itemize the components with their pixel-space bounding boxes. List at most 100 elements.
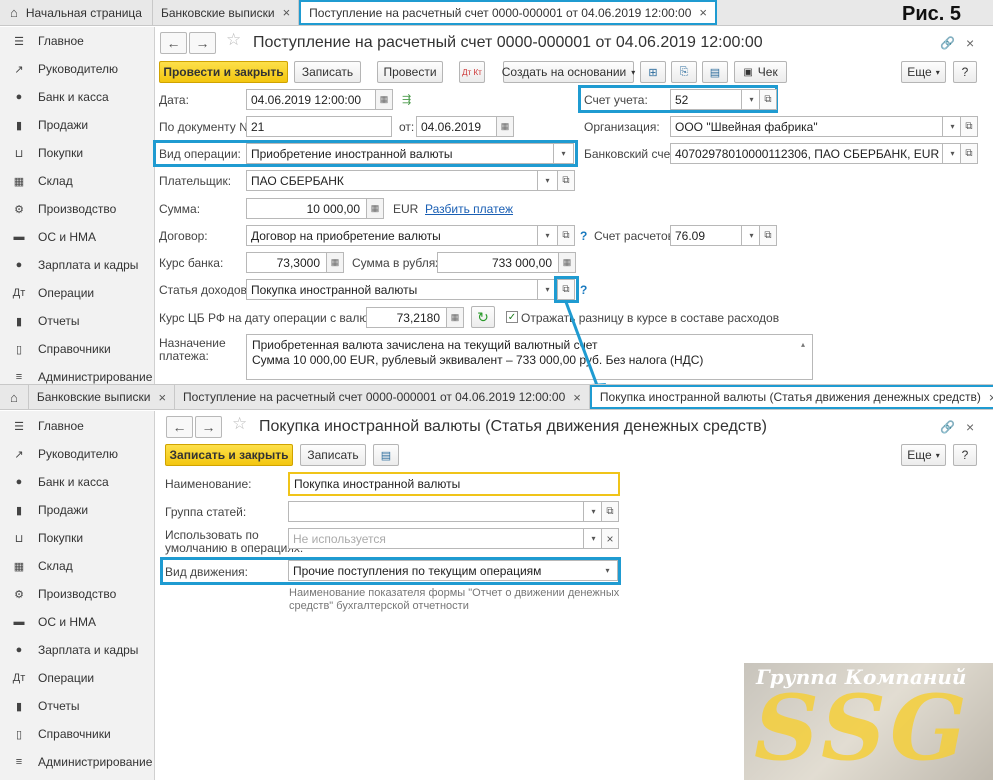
report-icon[interactable]: ▤	[702, 61, 728, 83]
check-button[interactable]: ▣ Чек	[734, 61, 787, 83]
default-field[interactable]: Не используется	[288, 528, 584, 549]
sidebar-item-sales[interactable]: ▮ Продажи	[0, 496, 154, 524]
bank-account-field[interactable]: 40702978010000112306, ПАО СБЕРБАНК, EUR	[670, 143, 943, 164]
chevron-up-icon[interactable]: ▴	[801, 340, 805, 349]
sidebar-item-admin[interactable]: ≡ Администрирование	[0, 748, 154, 776]
favorite-star-icon[interactable]: ☆	[232, 414, 247, 434]
sidebar-item-catalogs[interactable]: ▯ Справочники	[0, 720, 154, 748]
save-button[interactable]: Записать	[294, 61, 361, 83]
sidebar-item-warehouse[interactable]: ▦ Склад	[0, 167, 154, 195]
split-payment-link[interactable]: Разбить платеж	[425, 202, 513, 216]
close-icon[interactable]: ×	[699, 5, 707, 20]
sidebar-item-bank[interactable]: ● Банк и касса	[0, 468, 154, 496]
tab-receipt[interactable]: Поступление на расчетный счет 0000-00000…	[299, 0, 717, 25]
tab-receipt[interactable]: Поступление на расчетный счет 0000-00000…	[175, 385, 590, 409]
structure-icon[interactable]: ⊞	[640, 61, 666, 83]
sidebar-item-warehouse[interactable]: ▦ Склад	[0, 552, 154, 580]
chevron-down-icon[interactable]: ▾	[554, 143, 574, 164]
calculator-icon[interactable]: ▦	[367, 198, 384, 219]
close-icon[interactable]: ×	[283, 5, 291, 20]
tab-bank-statements[interactable]: Банковские выписки ×	[153, 0, 300, 25]
org-field[interactable]: ООО "Швейная фабрика"	[670, 116, 943, 137]
sidebar-item-payroll[interactable]: ● Зарплата и кадры	[0, 251, 154, 279]
open-icon[interactable]: ⧉	[759, 89, 777, 110]
cbr-field[interactable]: 73,2180	[366, 307, 447, 328]
help-icon[interactable]: ?	[580, 283, 587, 297]
close-icon[interactable]: ×	[989, 390, 993, 405]
sidebar-item-manager[interactable]: ↗ Руководителю	[0, 440, 154, 468]
calculator-icon[interactable]: ▦	[327, 252, 344, 273]
calendar-icon[interactable]: ▦	[376, 89, 393, 110]
attachment-icon[interactable]: ⎘	[671, 61, 697, 83]
reflect-checkbox[interactable]: ✓	[506, 311, 518, 323]
tab-home[interactable]: ⌂	[0, 385, 29, 409]
settle-field[interactable]: 76.09	[670, 225, 742, 246]
close-icon[interactable]: ×	[573, 390, 581, 405]
flag-icon[interactable]: ⇶	[402, 93, 411, 106]
create-based-button[interactable]: Создать на основании ▾	[502, 61, 635, 83]
calculator-icon[interactable]: ▦	[447, 307, 464, 328]
close-icon[interactable]: ×	[966, 35, 974, 51]
post-button[interactable]: Провести	[377, 61, 443, 83]
forward-button[interactable]: →	[189, 32, 216, 54]
chevron-down-icon[interactable]: ▾	[538, 225, 558, 246]
sidebar-item-production[interactable]: ⚙ Производство	[0, 580, 154, 608]
open-icon[interactable]: ⧉	[960, 116, 978, 137]
close-icon[interactable]: ×	[158, 390, 166, 405]
tab-cashflow-item[interactable]: Покупка иностранной валюты (Статья движе…	[589, 385, 993, 409]
payer-field[interactable]: ПАО СБЕРБАНК	[246, 170, 538, 191]
group-field[interactable]	[288, 501, 584, 522]
from-date-field[interactable]: 04.06.2019	[416, 116, 497, 137]
tab-home[interactable]: ⌂ Начальная страница	[0, 0, 153, 25]
sidebar-item-catalogs[interactable]: ▯ Справочники	[0, 335, 154, 363]
contract-field[interactable]: Договор на приобретение валюты	[246, 225, 538, 246]
help-button[interactable]: ?	[953, 444, 977, 466]
calculator-icon[interactable]: ▦	[559, 252, 576, 273]
date-field[interactable]: 04.06.2019 12:00:00	[246, 89, 376, 110]
docnum-field[interactable]: 21	[246, 116, 392, 137]
tab-bank-statements[interactable]: Банковские выписки ×	[29, 385, 176, 409]
sidebar-item-reports[interactable]: ▮ Отчеты	[0, 307, 154, 335]
favorite-star-icon[interactable]: ☆	[226, 30, 241, 50]
dt-kt-button[interactable]: Дт Кт	[459, 61, 485, 83]
sidebar-item-operations[interactable]: Дт Операции	[0, 279, 154, 307]
sidebar-item-payroll[interactable]: ● Зарплата и кадры	[0, 636, 154, 664]
chevron-down-icon[interactable]: ▾	[538, 170, 558, 191]
sidebar-item-main[interactable]: ☰ Главное	[0, 412, 154, 440]
optype-field[interactable]: Приобретение иностранной валюты	[246, 143, 554, 164]
purpose-textarea[interactable]: Приобретенная валюта зачислена на текущи…	[246, 334, 813, 380]
open-icon[interactable]: ⧉	[960, 143, 978, 164]
open-icon[interactable]: ⧉	[557, 279, 575, 300]
help-button[interactable]: ?	[953, 61, 977, 83]
movement-field[interactable]: Прочие поступления по текущим операциям	[288, 560, 600, 581]
open-icon[interactable]: ⧉	[759, 225, 777, 246]
open-icon[interactable]: ⧉	[557, 225, 575, 246]
sidebar-item-admin[interactable]: ≡ Администрирование	[0, 363, 154, 384]
more-button[interactable]: Еще ▾	[901, 444, 946, 466]
account-field[interactable]: 52	[670, 89, 742, 110]
refresh-icon[interactable]: ↻	[471, 306, 495, 328]
open-icon[interactable]: ⧉	[557, 170, 575, 191]
clear-icon[interactable]: ×	[601, 528, 619, 549]
income-field[interactable]: Покупка иностранной валюты	[246, 279, 538, 300]
sidebar-item-operations[interactable]: Дт Операции	[0, 664, 154, 692]
sidebar-item-main[interactable]: ☰ Главное	[0, 27, 154, 55]
open-icon[interactable]: ⧉	[601, 501, 619, 522]
rate-field[interactable]: 73,3000	[246, 252, 327, 273]
link-icon[interactable]: 🔗	[940, 36, 955, 50]
sidebar-item-assets[interactable]: ▬ ОС и НМА	[0, 223, 154, 251]
more-button[interactable]: Еще ▾	[901, 61, 946, 83]
sidebar-item-purchases[interactable]: ⊔ Покупки	[0, 524, 154, 552]
link-icon[interactable]: 🔗	[940, 420, 955, 434]
sidebar-item-production[interactable]: ⚙ Производство	[0, 195, 154, 223]
help-icon[interactable]: ?	[580, 229, 587, 243]
calendar-icon[interactable]: ▦	[497, 116, 514, 137]
sidebar-item-reports[interactable]: ▮ Отчеты	[0, 692, 154, 720]
save-and-close-button[interactable]: Записать и закрыть	[165, 444, 293, 466]
chevron-down-icon[interactable]: ▾	[598, 560, 618, 581]
save-button[interactable]: Записать	[300, 444, 366, 466]
report-icon[interactable]: ▤	[373, 444, 399, 466]
sidebar-item-bank[interactable]: ● Банк и касса	[0, 83, 154, 111]
sidebar-item-manager[interactable]: ↗ Руководителю	[0, 55, 154, 83]
rub-field[interactable]: 733 000,00	[437, 252, 559, 273]
